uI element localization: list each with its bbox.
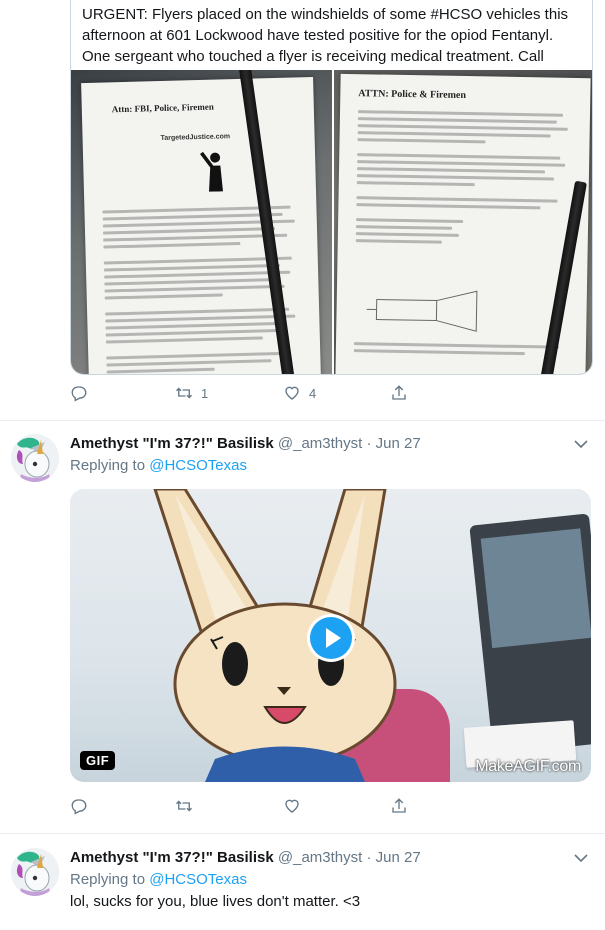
replying-to: Replying to @HCSOTexas xyxy=(70,456,247,476)
avatar[interactable] xyxy=(11,434,59,482)
tweet-header: Amethyst "I'm 37?!" Basilisk @_am3thyst … xyxy=(70,434,570,454)
flyer-site: TargetedJustice.com xyxy=(160,133,231,143)
flyer-footer-text xyxy=(353,342,567,360)
quoted-tweet-media: Attn: FBI, Police, Firemen TargetedJusti… xyxy=(71,70,592,374)
reply-icon xyxy=(71,386,87,402)
unicorn-avatar-icon xyxy=(11,848,59,896)
quoted-tweet-text: URGENT: Flyers placed on the windshields… xyxy=(82,6,569,65)
retweet-count: 1 xyxy=(201,385,209,401)
flyer-photo-left[interactable]: Attn: FBI, Police, Firemen TargetedJusti… xyxy=(71,70,332,374)
tweet-text: lol, sucks for you, blue lives don't mat… xyxy=(70,893,361,910)
reply-button[interactable] xyxy=(70,797,88,815)
like-button[interactable] xyxy=(283,797,309,815)
share-button[interactable] xyxy=(390,384,408,402)
timestamp[interactable]: Jun 27 xyxy=(376,849,421,866)
like-button[interactable]: 4 xyxy=(283,384,316,402)
heart-icon xyxy=(285,386,299,400)
tweet-divider xyxy=(0,833,605,834)
user-handle[interactable]: @_am3thyst xyxy=(278,849,362,866)
retweet-button[interactable] xyxy=(175,797,201,815)
chevron-down-icon[interactable] xyxy=(573,850,589,866)
flyer-body-text xyxy=(355,110,571,250)
reply-button[interactable] xyxy=(70,384,88,402)
display-name[interactable]: Amethyst "I'm 37?!" Basilisk xyxy=(70,435,274,452)
flyer-photo-right[interactable]: ATTN: Police & Firemen xyxy=(333,70,592,374)
separator: · xyxy=(366,849,372,866)
mention-link[interactable]: @HCSOTexas xyxy=(149,871,247,888)
flyer-title: Attn: FBI, Police, Firemen xyxy=(111,101,214,115)
replying-label: Replying to xyxy=(70,457,146,474)
flyer-title: ATTN: Police & Firemen xyxy=(357,88,466,102)
user-handle[interactable]: @_am3thyst xyxy=(278,435,362,452)
tweet-header: Amethyst "I'm 37?!" Basilisk @_am3thyst … xyxy=(70,848,570,868)
quoted-tweet-card[interactable]: URGENT: Flyers placed on the windshields… xyxy=(70,0,593,375)
quoted-tweet-actions: 1 4 xyxy=(70,384,410,406)
person-silhouette-icon xyxy=(200,151,223,192)
retweet-icon xyxy=(176,387,192,399)
replying-label: Replying to xyxy=(70,871,146,888)
tweet-divider xyxy=(0,420,605,421)
share-icon xyxy=(392,798,406,813)
chevron-down-icon[interactable] xyxy=(573,436,589,452)
display-name[interactable]: Amethyst "I'm 37?!" Basilisk xyxy=(70,849,274,866)
timestamp[interactable]: Jun 27 xyxy=(376,435,421,452)
mention-link[interactable]: @HCSOTexas xyxy=(149,457,247,474)
retweet-icon xyxy=(176,800,192,812)
share-icon xyxy=(392,385,406,400)
device-diagram xyxy=(366,290,477,332)
heart-icon xyxy=(285,799,299,813)
tweet-actions xyxy=(70,797,410,819)
tweet-reply-text[interactable]: Amethyst "I'm 37?!" Basilisk @_am3thyst … xyxy=(0,848,605,930)
gif-media[interactable]: GIF MakeAGIF.com xyxy=(70,489,591,782)
unicorn-avatar-icon xyxy=(11,434,59,482)
gif-watermark: MakeAGIF.com xyxy=(475,758,581,775)
play-icon[interactable] xyxy=(306,613,356,663)
share-button[interactable] xyxy=(390,797,408,815)
like-count: 4 xyxy=(309,385,317,401)
gif-badge: GIF xyxy=(80,751,116,770)
reply-icon xyxy=(71,799,87,815)
avatar[interactable] xyxy=(11,848,59,896)
separator: · xyxy=(366,435,372,452)
retweet-button[interactable]: 1 xyxy=(175,384,208,402)
fennec-character-illustration xyxy=(153,489,397,782)
replying-to: Replying to @HCSOTexas xyxy=(70,870,247,890)
